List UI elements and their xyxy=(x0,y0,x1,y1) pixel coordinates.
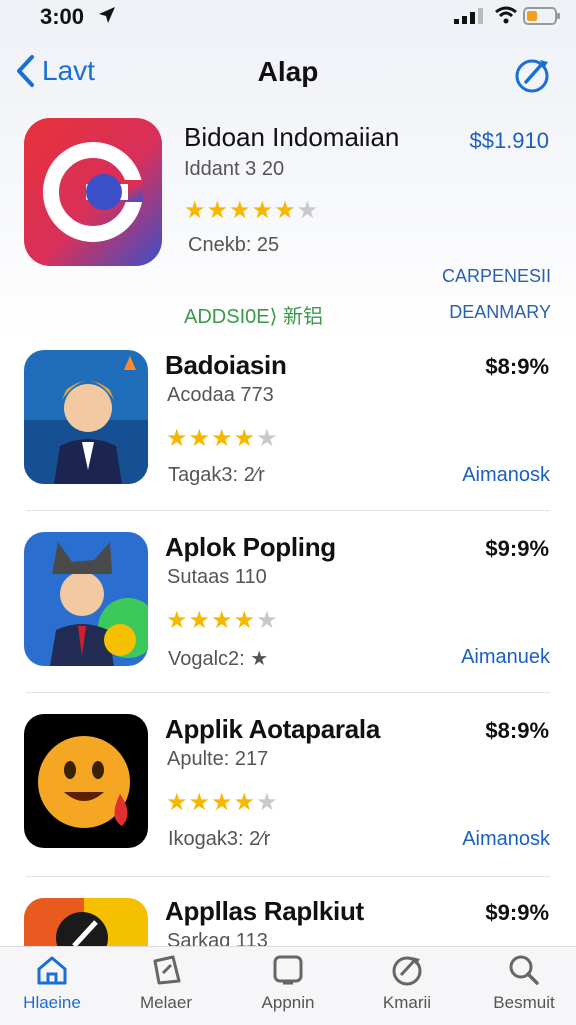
tab-games[interactable]: Melaer xyxy=(116,953,216,1023)
app-subtitle: Acodaa 773 xyxy=(167,384,274,406)
rating-stars: ★★★★★ xyxy=(166,607,279,634)
price-button[interactable]: $8:9% xyxy=(485,718,549,744)
tab-search[interactable]: Besmuit xyxy=(474,953,574,1023)
tab-label: Melaer xyxy=(140,993,192,1012)
action-link[interactable]: Aimanosk xyxy=(462,464,550,487)
featured-app-subtitle: Iddant 3 20 xyxy=(184,158,285,180)
tab-label: Hlaeine xyxy=(23,993,81,1012)
tab-home[interactable]: Hlaeine xyxy=(2,953,102,1023)
rating-stars: ★★★★★ xyxy=(166,789,279,816)
list-item[interactable]: Badoiasin Acodaa 773 ★★★★★ Tagak3: 2⁄r $… xyxy=(0,348,576,528)
tab-label: Appnin xyxy=(261,993,315,1012)
featured-link-bottom[interactable]: DEANMARY xyxy=(449,302,551,323)
apps-icon xyxy=(273,955,303,985)
divider xyxy=(26,876,550,877)
featured-app[interactable]: Bidoan Indomaiian Iddant 3 20 ★★★★★★ Cne… xyxy=(0,116,576,329)
tab-arcade[interactable]: Kmarii xyxy=(357,953,457,1023)
tab-label: Besmuit xyxy=(493,993,555,1012)
price-button[interactable]: $8:9% xyxy=(485,354,549,380)
featured-adds-label[interactable]: ADDSI0E⟩ 新铝 xyxy=(184,300,323,329)
compose-icon[interactable] xyxy=(512,54,552,94)
list-item[interactable]: Aplok Popling Sutaas 110 ★★★★★ Vogalc2: … xyxy=(0,530,576,710)
featured-rating-stars: ★★★★★★ xyxy=(184,197,320,224)
app-icon xyxy=(24,532,148,666)
app-subtitle: Apulte: 217 xyxy=(167,748,269,770)
app-icon xyxy=(24,714,148,848)
tab-label: Kmarii xyxy=(382,993,432,1012)
app-name: Appllas Raplkiut xyxy=(165,896,364,926)
price-button[interactable]: $9:9% xyxy=(485,900,549,926)
status-time: 3:00 xyxy=(40,4,85,29)
rating-stars: ★★★★★ xyxy=(166,425,279,452)
featured-app-name: Bidoan Indomaiian xyxy=(184,122,400,152)
tab-bar: Hlaeine Melaer Appnin Kmarii Besmuit xyxy=(0,946,576,1025)
app-subtitle: Sutaas 110 xyxy=(167,566,267,588)
divider xyxy=(26,692,550,693)
page-title: Alap xyxy=(257,56,319,87)
featured-app-meta: Cnekb: 25 xyxy=(188,234,280,256)
divider xyxy=(26,510,550,511)
home-icon xyxy=(37,956,67,985)
app-icon xyxy=(24,898,148,946)
action-link[interactable]: Aimanosk xyxy=(462,828,550,851)
navigation-bar: Lavt Alap xyxy=(0,50,576,96)
wifi-icon xyxy=(495,6,517,24)
location-arrow-icon xyxy=(99,7,115,23)
search-icon xyxy=(509,955,539,985)
app-meta: Tagak3: 2⁄r xyxy=(168,464,265,486)
list-item[interactable]: Applik Aotaparala Apulte: 217 ★★★★★ Ikog… xyxy=(0,712,576,892)
status-bar: 3:00 xyxy=(0,0,576,34)
app-name: Badoiasin xyxy=(165,350,287,380)
featured-link-top[interactable]: CARPENESII xyxy=(442,266,551,287)
featured-app-icon xyxy=(24,118,162,266)
list-item[interactable]: Appllas Raplkiut Sarkag 113 $9:9% xyxy=(0,894,576,946)
featured-price-button[interactable]: $$1.910 xyxy=(469,128,549,154)
app-icon xyxy=(24,350,148,484)
tab-apps[interactable]: Appnin xyxy=(238,953,338,1023)
cellular-signal-icon xyxy=(454,8,483,24)
app-meta: Ikogak3: 2⁄r xyxy=(168,828,271,850)
action-link[interactable]: Aimanuek xyxy=(461,646,550,669)
app-subtitle: Sarkag 113 xyxy=(167,930,268,946)
games-icon xyxy=(153,955,181,985)
app-name: Aplok Popling xyxy=(165,532,336,562)
arcade-icon xyxy=(392,956,422,986)
app-name: Applik Aotaparala xyxy=(165,714,380,744)
battery-icon xyxy=(523,7,560,25)
price-button[interactable]: $9:9% xyxy=(485,536,549,562)
app-meta: Vogalc2: ★ xyxy=(168,648,269,670)
